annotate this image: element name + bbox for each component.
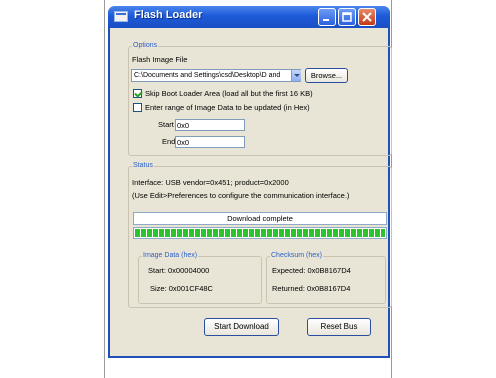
start-download-button[interactable]: Start Download <box>204 318 279 336</box>
flash-image-path-input[interactable]: C:\Documents and Settings\csd\Desktop\D … <box>131 69 301 82</box>
reset-bus-button[interactable]: Reset Bus <box>307 318 371 336</box>
status-message: Download complete <box>133 212 387 225</box>
start-address-value: 0x0 <box>177 121 190 130</box>
end-label: End <box>162 137 176 146</box>
download-progress-fill <box>135 229 385 237</box>
start-label: Start <box>158 120 174 129</box>
status-group-title: Status <box>132 162 154 169</box>
chevron-down-icon[interactable] <box>291 70 301 81</box>
minimize-button[interactable] <box>318 8 336 26</box>
page-frame-left <box>104 0 105 378</box>
window-app-icon <box>114 11 128 22</box>
checksum-expected: Expected: 0x0B8167D4 <box>272 266 351 275</box>
end-address-input[interactable]: 0x0 <box>175 136 245 148</box>
title-bar[interactable]: Flash Loader <box>108 6 390 28</box>
skip-boot-loader-checkbox[interactable] <box>133 89 142 98</box>
interface-info: Interface: USB vendor=0x451; product=0x2… <box>132 178 289 187</box>
image-data-group <box>138 256 262 304</box>
enter-range-checkbox[interactable] <box>133 103 142 112</box>
download-progress-bar <box>133 227 387 239</box>
close-icon <box>362 12 372 22</box>
checksum-group-title: Checksum (hex) <box>270 252 323 259</box>
options-group-title: Options <box>132 42 159 49</box>
image-start: Start: 0x00004000 <box>148 266 210 275</box>
interface-hint: (Use Edit>Preferences to configure the c… <box>132 191 350 200</box>
minimize-icon <box>323 19 329 21</box>
enter-range-label: Enter range of Image Data to be updated … <box>145 103 310 112</box>
checksum-returned: Returned: 0x0B8167D4 <box>272 284 351 293</box>
maximize-icon <box>342 12 352 22</box>
window-title: Flash Loader <box>134 9 203 21</box>
browse-button[interactable]: Browse... <box>305 68 348 83</box>
image-size: Size: 0x001CF48C <box>150 284 213 293</box>
end-address-value: 0x0 <box>177 138 190 147</box>
start-address-input[interactable]: 0x0 <box>175 119 245 131</box>
image-data-group-title: Image Data (hex) <box>142 252 199 259</box>
skip-boot-loader-label: Skip Boot Loader Area (load all but the … <box>145 89 313 98</box>
checksum-group <box>266 256 386 304</box>
maximize-button[interactable] <box>338 8 356 26</box>
close-button[interactable] <box>358 8 376 26</box>
flash-image-label: Flash Image File <box>132 55 188 64</box>
